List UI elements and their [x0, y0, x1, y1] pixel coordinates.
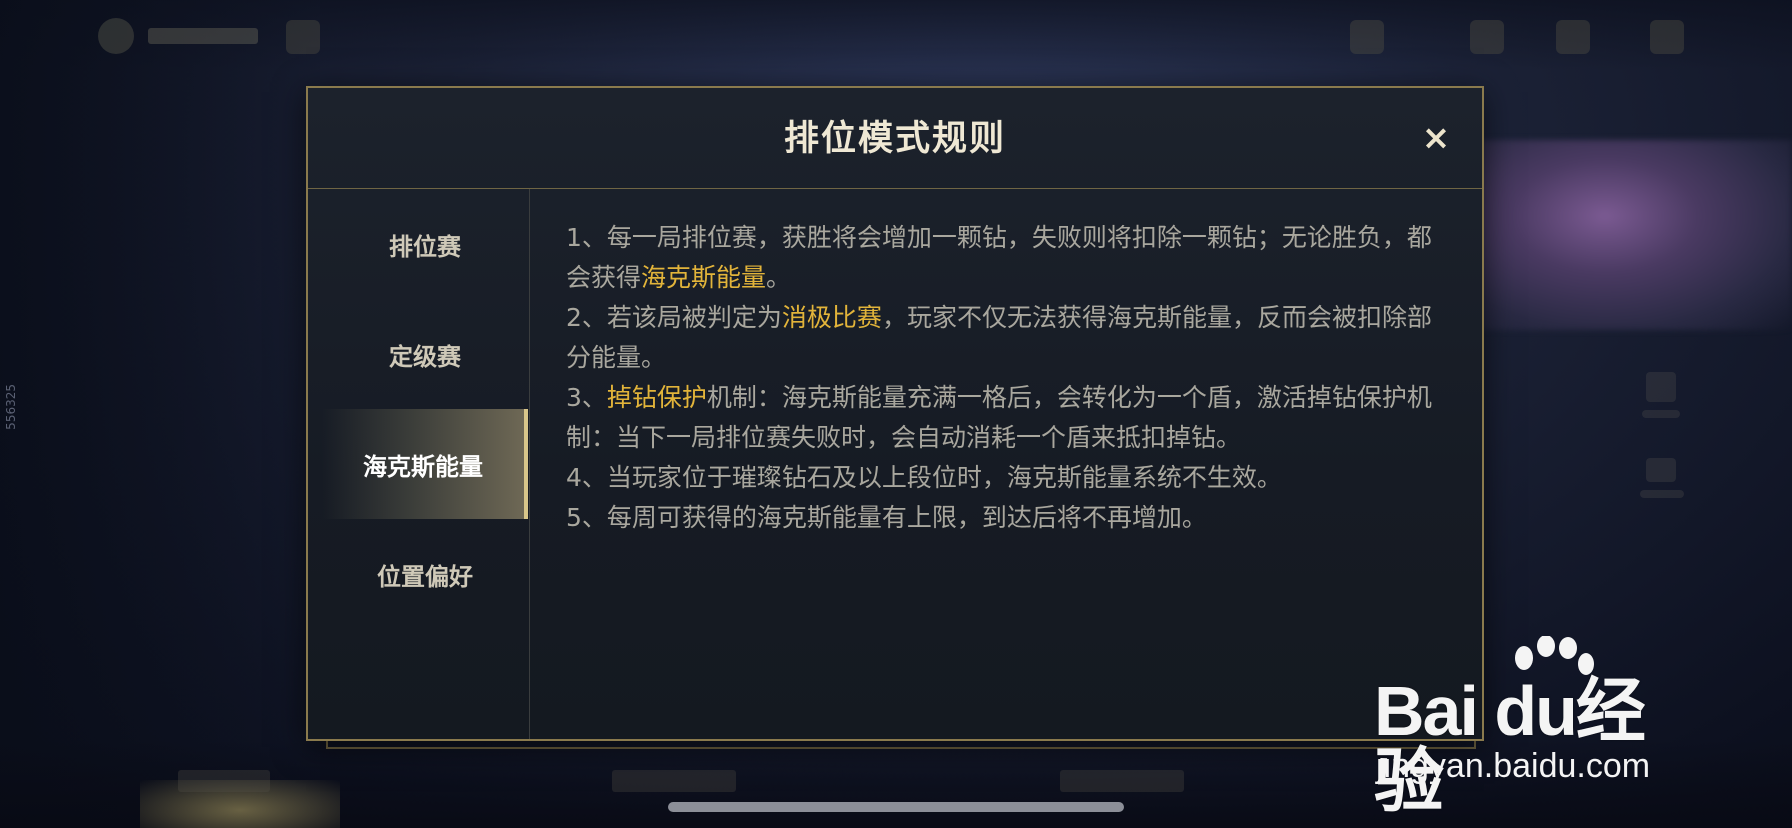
- tab-ranked[interactable]: 排位赛: [322, 189, 528, 299]
- bottom-tab-blurred: [1060, 770, 1184, 792]
- background-character-art: [1480, 140, 1792, 330]
- bottom-tab-blurred: [612, 770, 736, 792]
- home-indicator-bar[interactable]: [668, 802, 1124, 812]
- rule-item: 4、当玩家位于璀璨钻石及以上段位时，海克斯能量系统不生效。: [566, 463, 1282, 492]
- top-icon-blurred: [1556, 20, 1590, 54]
- background-left-shade: [0, 0, 320, 828]
- rule-text: 。: [766, 263, 792, 292]
- rule-text: 3、: [566, 383, 607, 412]
- rule-item: 1、每一局排位赛，获胜将会增加一颗钻，失败则将扣除一颗钻；无论胜负，都会获得海克…: [566, 218, 1456, 298]
- back-button: [98, 14, 266, 58]
- top-icon-blurred: [286, 20, 320, 54]
- bottom-tab-blurred: [178, 770, 270, 792]
- tab-position-preference[interactable]: 位置偏好: [322, 519, 528, 629]
- rule-highlight: 海克斯能量: [641, 263, 767, 292]
- tab-placement[interactable]: 定级赛: [322, 299, 528, 409]
- watermark-url: jingyan.baidu.com: [1376, 747, 1651, 785]
- top-icon-blurred: [1350, 20, 1384, 54]
- rules-dialog: 排位模式规则 × 排位赛 定级赛 海克斯能量 位置偏好 1、每一局排位赛，获胜将…: [306, 86, 1484, 741]
- close-icon: ×: [1421, 118, 1451, 158]
- baidu-watermark: Bai du经验 jingyan.baidu.com: [1374, 636, 1704, 816]
- rule-item: 2、若该局被判定为消极比赛，玩家不仅无法获得海克斯能量，反而会被扣除部分能量。: [566, 298, 1456, 378]
- rule-highlight: 掉钻保护: [606, 383, 707, 412]
- dialog-title: 排位模式规则: [783, 119, 1006, 159]
- rule-item: 3、掉钻保护机制：海克斯能量充满一格后，会转化为一个盾，激活掉钻保护机制：当下一…: [566, 378, 1456, 458]
- top-icon-blurred: [1470, 20, 1504, 54]
- rule-text: 2、若该局被判定为: [566, 303, 782, 332]
- rule-item: 5、每周可获得的海克斯能量有上限，到达后将不再增加。: [566, 503, 1207, 532]
- rules-sidebar: 排位赛 定级赛 海克斯能量 位置偏好: [308, 189, 530, 739]
- rule-highlight: 消极比赛: [781, 303, 882, 332]
- dialog-header: 排位模式规则 ×: [308, 88, 1482, 189]
- side-id-text: 556325: [4, 384, 18, 430]
- top-icon-blurred: [1650, 20, 1684, 54]
- tab-hextech-energy[interactable]: 海克斯能量: [322, 409, 528, 519]
- close-button[interactable]: ×: [1414, 116, 1458, 160]
- back-label-blurred: [148, 28, 258, 44]
- back-icon: [98, 18, 134, 54]
- dialog-base-frame: [326, 741, 1476, 749]
- rules-content: 1、每一局排位赛，获胜将会增加一颗钻，失败则将扣除一颗钻；无论胜负，都会获得海克…: [566, 218, 1456, 538]
